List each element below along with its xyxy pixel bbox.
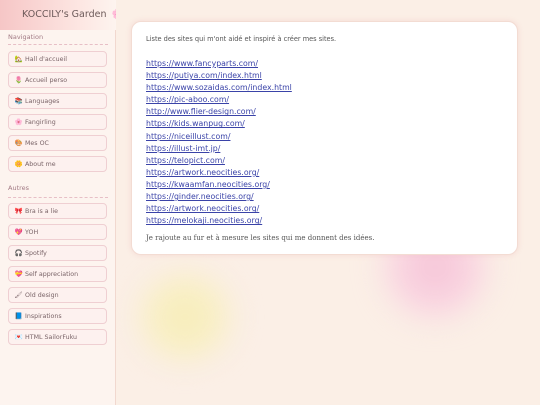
list-item: http://www.flier-design.com/ — [146, 103, 292, 116]
tulip-icon: 🌷 — [14, 76, 23, 84]
nav-old-design-button[interactable]: 🖌 Old design — [8, 287, 107, 303]
love-letter-icon: 💌 — [14, 333, 23, 341]
blossom-icon: 🌸 — [14, 118, 23, 126]
others-heading: Autres — [8, 184, 30, 192]
nav-spotify-button[interactable]: 🎧 Spotify — [8, 245, 107, 261]
list-item: https://artwork.neocities.org/ — [146, 164, 292, 177]
gift-heart-icon: 💝 — [14, 270, 23, 278]
nav-about-me-button[interactable]: 🌼 About me — [8, 156, 107, 172]
list-item: https://niceillust.com/ — [146, 128, 292, 141]
nav-yoh-button[interactable]: 💖 YOH — [8, 224, 107, 240]
nav-mes-oc-button[interactable]: 🎨 Mes OC — [8, 135, 107, 151]
inspiration-links-list: https://www.fancyparts.com/ https://puti… — [146, 55, 292, 225]
ribbon-icon: 🎀 — [14, 207, 23, 215]
nav-fangirling-button[interactable]: 🌸 Fangirling — [8, 114, 107, 130]
list-item: https://illust-imt.jp/ — [146, 140, 292, 153]
list-item: https://melokaji.neocities.org/ — [146, 212, 292, 225]
paintbrush-icon: 🖌 — [14, 291, 23, 299]
headphones-icon: 🎧 — [14, 249, 23, 257]
book-icon: 📘 — [14, 312, 23, 320]
list-item: https://ginder.neocities.org/ — [146, 188, 292, 201]
sidebar: KOCCILY's Garden 🌸 Navigation 🏡Hall d'ac… — [0, 0, 116, 405]
list-item: https://telopict.com/ — [146, 152, 292, 165]
nav-html-sailorfuku-button[interactable]: 💌 HTML SailorFuku — [8, 329, 107, 345]
yellow-glow-decoration — [135, 272, 235, 362]
palette-icon: 🎨 — [14, 139, 23, 147]
nav-inspirations-button[interactable]: 📘 Inspirations — [8, 308, 107, 324]
navigation-divider — [8, 44, 108, 45]
nav-bra-is-a-lie-button[interactable]: 🎀 Bra is a lie — [8, 203, 107, 219]
content-card: Liste des sites qui m'ont aidé et inspir… — [131, 21, 518, 255]
house-icon: 🏡 — [14, 55, 23, 63]
nav-hall-accueil-button[interactable]: 🏡 Hall d'accueil — [8, 51, 107, 67]
others-divider — [8, 197, 108, 198]
outro-text: Je rajoute au fur et à mesure les sites … — [146, 234, 375, 242]
heart-icon: 💖 — [14, 228, 23, 236]
list-item: https://artwork.neocities.org/ — [146, 200, 292, 213]
navigation-heading: Navigation — [8, 33, 44, 41]
books-icon: 📚 — [14, 97, 23, 105]
list-item: https://www.sozaidas.com/index.html — [146, 79, 292, 92]
nav-languages-button[interactable]: 📚 Languages — [8, 93, 107, 109]
daisy-icon: 🌼 — [14, 160, 23, 168]
site-title: KOCCILY's Garden 🌸 — [0, 0, 116, 30]
site-title-text: KOCCILY's Garden — [22, 9, 107, 20]
flower-icon: 🌸 — [112, 9, 116, 20]
link[interactable]: https://melokaji.neocities.org/ — [146, 216, 262, 225]
nav-self-appreciation-button[interactable]: 💝 Self appreciation — [8, 266, 107, 282]
list-item: https://www.fancyparts.com/ — [146, 55, 292, 68]
nav-accueil-perso-button[interactable]: 🌷 Accueil perso — [8, 72, 107, 88]
list-item: https://putiya.com/index.html — [146, 67, 292, 80]
list-item: https://kwaamfan.neocities.org/ — [146, 176, 292, 189]
list-item: https://pic-aboo.com/ — [146, 91, 292, 104]
intro-text: Liste des sites qui m'ont aidé et inspir… — [146, 35, 337, 43]
list-item: https://kids.wanpug.com/ — [146, 115, 292, 128]
